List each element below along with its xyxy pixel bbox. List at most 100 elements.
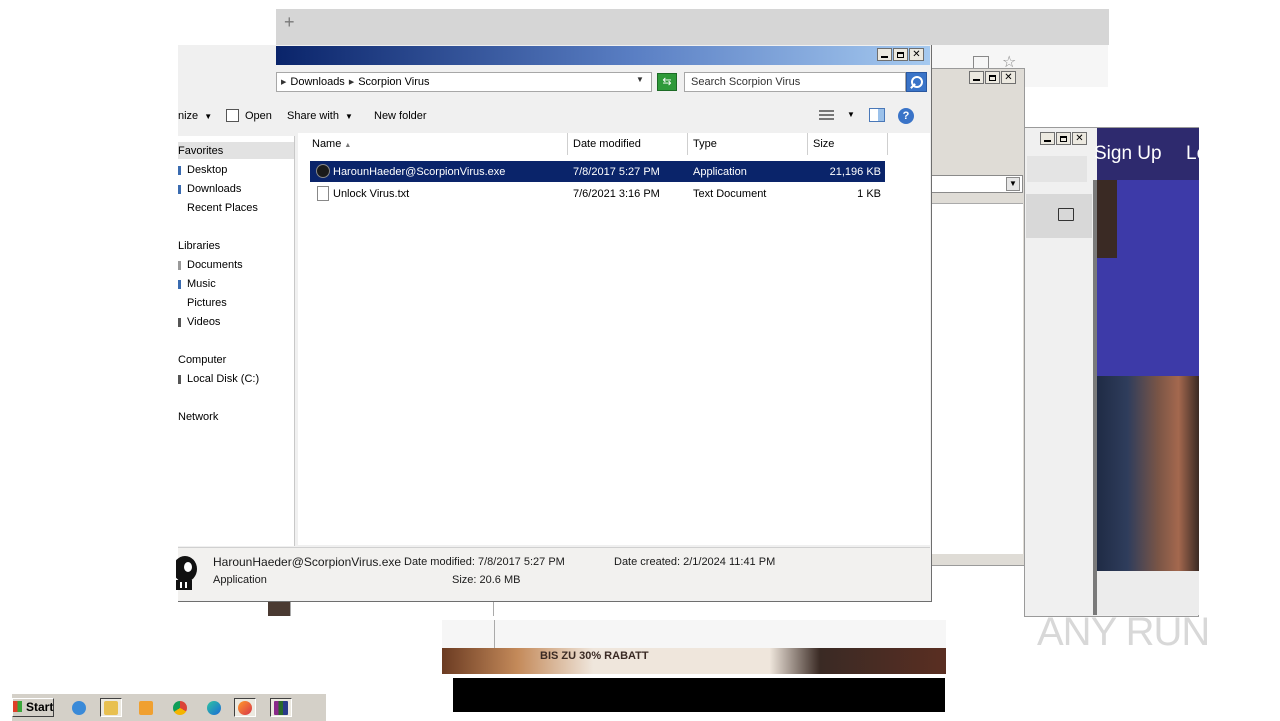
breadcrumb-separator-icon[interactable]: ▶: [281, 78, 286, 86]
details-file-name: HarounHaeder@ScorpionVirus.exe: [213, 555, 402, 569]
chevron-down-icon[interactable]: ▼: [847, 110, 855, 119]
media-player-icon: [139, 700, 153, 715]
new-folder-button[interactable]: New folder: [374, 110, 427, 122]
nav-libraries[interactable]: Libraries: [178, 240, 220, 252]
explorer-window-controls: ✕: [877, 48, 924, 61]
file-size: 21,196 KB: [829, 166, 881, 178]
signup-link[interactable]: Sign Up: [1094, 143, 1162, 165]
minimize-button[interactable]: [1040, 132, 1055, 145]
explorer-title-bar[interactable]: [276, 46, 930, 65]
maximize-button[interactable]: [985, 71, 1000, 84]
website-address-bar[interactable]: [1027, 156, 1087, 182]
address-bar[interactable]: ▶ Downloads ▶ Scorpion Virus: [276, 72, 652, 92]
close-button[interactable]: ✕: [1072, 132, 1087, 145]
chevron-down-icon[interactable]: ▼: [636, 75, 644, 84]
nav-recent-places[interactable]: Recent Places: [187, 202, 258, 214]
close-button[interactable]: ✕: [1001, 71, 1016, 84]
column-size[interactable]: Size: [808, 133, 888, 155]
column-name[interactable]: Name ▲: [298, 133, 568, 155]
file-type: Application: [693, 166, 747, 178]
open-button[interactable]: Open: [245, 110, 272, 122]
internet-explorer-icon: [72, 700, 86, 715]
skull-icon: [176, 556, 197, 590]
file-date: 7/6/2021 3:16 PM: [573, 188, 660, 200]
details-date-created: Date created: 2/1/2024 11:41 PM: [614, 556, 776, 568]
search-icon[interactable]: [906, 72, 927, 92]
videos-icon: [178, 318, 181, 327]
taskbar-chrome[interactable]: [169, 698, 191, 717]
sort-up-icon: ▲: [344, 142, 352, 149]
text-file-icon: [317, 186, 329, 201]
file-name[interactable]: Unlock Virus.txt: [333, 188, 409, 200]
disk-icon: [178, 375, 181, 384]
application-icon: [316, 164, 330, 178]
watermark: ANY RUN: [1037, 610, 1210, 654]
back-window-list: [931, 203, 1023, 554]
taskbar-internet-explorer[interactable]: [68, 698, 90, 717]
nav-videos[interactable]: Videos: [187, 316, 220, 328]
website-footer-strip: [1097, 571, 1199, 615]
ad-text: BIS ZU 30% RABATT: [540, 650, 649, 662]
file-date: 7/8/2017 5:27 PM: [573, 166, 660, 178]
file-name[interactable]: HarounHaeder@ScorpionVirus.exe: [333, 166, 505, 178]
website-window-controls: ✕: [1040, 132, 1087, 145]
help-icon[interactable]: ?: [898, 108, 914, 124]
windows-logo-icon: [13, 701, 22, 712]
column-type[interactable]: Type: [688, 133, 808, 155]
minimize-button[interactable]: [877, 48, 892, 61]
taskbar-firefox[interactable]: [234, 698, 256, 717]
nav-music[interactable]: Music: [187, 278, 216, 290]
chrome-icon: [173, 700, 187, 715]
login-link[interactable]: Lo: [1186, 143, 1207, 165]
nav-computer[interactable]: Computer: [178, 354, 226, 366]
ad-image[interactable]: [442, 648, 946, 674]
share-with-button[interactable]: Share with ▼: [287, 110, 353, 122]
nav-favorites[interactable]: Favorites: [178, 145, 223, 157]
website-photo: [1097, 376, 1199, 571]
desktop-icon: [178, 166, 181, 175]
organize-button[interactable]: nize ▼: [178, 110, 212, 122]
music-icon: [178, 280, 181, 289]
website-toolbar: [1026, 194, 1092, 238]
folder-icon[interactable]: [1058, 208, 1074, 221]
column-date-modified[interactable]: Date modified: [568, 133, 688, 155]
ad-black-bar: [453, 678, 945, 712]
back-window: ▼: [930, 68, 1025, 566]
background-fragment: [178, 602, 268, 616]
open-icon[interactable]: [226, 109, 239, 122]
file-list: [298, 155, 930, 545]
breadcrumb-separator-icon[interactable]: ▶: [349, 78, 354, 86]
background-fragment: [290, 602, 494, 616]
breadcrumb-downloads[interactable]: Downloads: [290, 76, 344, 88]
taskbar-explorer[interactable]: [100, 698, 122, 717]
chevron-down-icon[interactable]: ▼: [1006, 177, 1020, 191]
nav-desktop[interactable]: Desktop: [187, 164, 227, 176]
close-button[interactable]: ✕: [909, 48, 924, 61]
taskbar-media-player[interactable]: [135, 698, 157, 717]
taskbar-winrar[interactable]: [270, 698, 292, 717]
nav-local-disk[interactable]: Local Disk (C:): [187, 373, 259, 385]
nav-downloads[interactable]: Downloads: [187, 183, 241, 195]
winrar-icon: [274, 700, 288, 715]
downloads-icon: [178, 185, 181, 194]
maximize-button[interactable]: [893, 48, 908, 61]
taskbar-edge[interactable]: [203, 698, 225, 717]
preview-pane-icon[interactable]: [869, 108, 885, 122]
ad-frame: [442, 620, 495, 650]
nav-documents[interactable]: Documents: [187, 259, 243, 271]
documents-icon: [178, 261, 181, 270]
background-fragment: [268, 602, 290, 616]
back-window-controls: ✕: [969, 71, 1016, 84]
new-tab-button[interactable]: +: [284, 12, 295, 33]
nav-network[interactable]: Network: [178, 411, 218, 423]
minimize-button[interactable]: [969, 71, 984, 84]
details-size: Size: 20.6 MB: [452, 574, 521, 586]
views-icon[interactable]: [819, 109, 834, 121]
maximize-button[interactable]: [1056, 132, 1071, 145]
file-type: Text Document: [693, 188, 767, 200]
refresh-button[interactable]: ⇆: [657, 73, 677, 91]
back-window-combobox[interactable]: ▼: [931, 175, 1023, 193]
search-input[interactable]: Search Scorpion Virus: [684, 72, 906, 92]
breadcrumb-scorpion-virus[interactable]: Scorpion Virus: [358, 76, 429, 88]
nav-pictures[interactable]: Pictures: [187, 297, 227, 309]
